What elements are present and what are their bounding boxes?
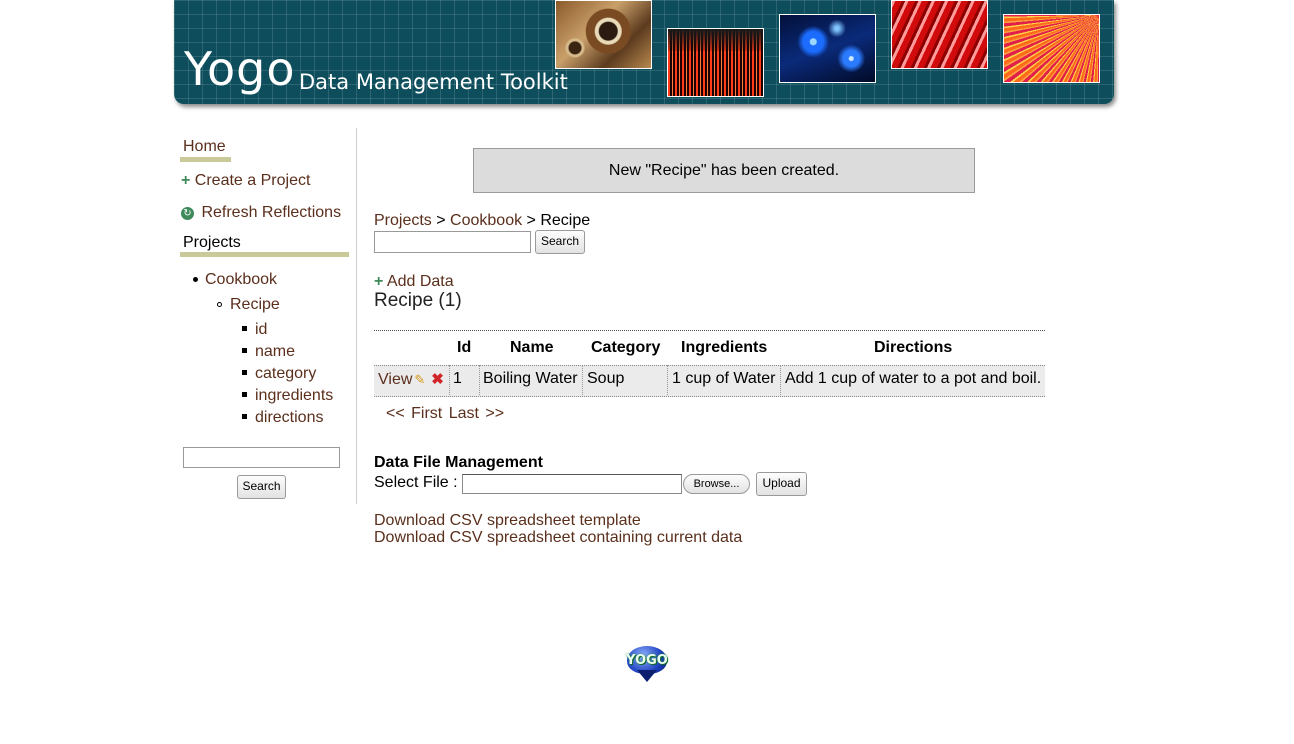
fiber-optics-image <box>1003 14 1100 83</box>
plus-icon: + <box>374 273 384 290</box>
upload-button[interactable]: Upload <box>756 472 807 496</box>
column-divider <box>780 365 781 395</box>
column-divider <box>667 365 668 395</box>
gem-tip <box>637 670 657 682</box>
column-header-directions[interactable]: Directions <box>874 339 952 357</box>
footer-logo-text: YOGO <box>626 653 668 668</box>
tree-item-cookbook[interactable]: Cookbook <box>205 271 277 289</box>
projects-underline <box>180 252 349 257</box>
search-button[interactable]: Search <box>535 230 585 254</box>
add-data-label[interactable]: Add Data <box>387 273 454 290</box>
refresh-reflections-label[interactable]: Refresh Reflections <box>201 204 341 221</box>
view-link[interactable]: View <box>378 371 412 388</box>
breadcrumb-current: Recipe <box>540 212 591 229</box>
column-divider <box>449 365 450 395</box>
column-header-id[interactable]: Id <box>457 339 471 357</box>
red-fibers-image <box>891 0 988 69</box>
file-management-title: Data File Management <box>374 454 543 471</box>
tree-bullet <box>242 348 247 353</box>
tree-bullet <box>242 414 247 419</box>
sidebar: Home + Create a Project ↻ Refresh Reflec… <box>174 128 357 504</box>
tree-item-field-name[interactable]: name <box>255 343 295 361</box>
tree-bullet <box>242 370 247 375</box>
footer-logo[interactable]: YOGO <box>619 646 675 682</box>
column-header-ingredients[interactable]: Ingredients <box>681 339 767 357</box>
pencil-icon[interactable]: ✎ <box>414 372 425 388</box>
breadcrumb: Projects > Cookbook > Recipe <box>374 212 590 230</box>
breadcrumb-separator: > <box>436 212 446 229</box>
refresh-reflections-link[interactable]: ↻ Refresh Reflections <box>181 204 341 222</box>
tree-item-recipe[interactable]: Recipe <box>230 296 280 314</box>
data-table: Id Name Category Ingredients Directions … <box>374 330 1045 397</box>
flash-notice: New "Recipe" has been created. <box>473 148 975 193</box>
cell-id: 1 <box>453 370 462 387</box>
spectrum-image <box>667 28 764 97</box>
tree-item-field-category[interactable]: category <box>255 365 316 383</box>
delete-icon[interactable]: ✖ <box>431 370 444 388</box>
select-file-label: Select File : <box>374 474 458 491</box>
create-project-label[interactable]: Create a Project <box>195 172 311 189</box>
tree-bullet <box>242 326 247 331</box>
download-template-link[interactable]: Download CSV spreadsheet template <box>374 512 641 530</box>
breadcrumb-cookbook[interactable]: Cookbook <box>450 212 522 229</box>
tree-item-field-ingredients[interactable]: ingredients <box>255 387 333 405</box>
home-underline <box>180 157 231 162</box>
plus-icon: + <box>181 172 191 189</box>
tree-bullet <box>193 277 198 282</box>
first-page-link[interactable]: << First <box>386 405 442 422</box>
logo-title[interactable]: Yogo <box>184 42 295 96</box>
site-header: Yogo Data Management Toolkit <box>174 0 1114 104</box>
last-page-link[interactable]: Last >> <box>449 405 504 422</box>
page-title: Recipe (1) <box>374 290 462 311</box>
column-header-name[interactable]: Name <box>510 339 554 357</box>
logo-subtitle: Data Management Toolkit <box>299 70 568 94</box>
projects-heading: Projects <box>183 234 241 251</box>
column-divider <box>582 365 583 395</box>
column-header-category[interactable]: Category <box>591 339 660 357</box>
breadcrumb-projects[interactable]: Projects <box>374 212 432 229</box>
sidebar-item-home[interactable]: Home <box>183 138 226 156</box>
breadcrumb-separator: > <box>526 212 536 229</box>
cell-directions: Add 1 cup of water to a pot and boil. <box>785 370 1042 387</box>
browse-button[interactable]: Browse... <box>683 474 750 494</box>
pagination: << First Last >> <box>386 405 504 423</box>
butterfly-image <box>555 0 652 69</box>
sidebar-search-button[interactable]: Search <box>237 475 286 499</box>
tree-bullet <box>242 392 247 397</box>
row-actions: View ✎ ✖ <box>378 370 444 389</box>
refresh-icon: ↻ <box>181 207 194 220</box>
create-project-link[interactable]: + Create a Project <box>181 172 310 190</box>
sidebar-search-input[interactable] <box>183 447 340 468</box>
tree-bullet <box>217 302 222 307</box>
cell-name: Boiling Water <box>483 370 578 387</box>
download-current-data-link[interactable]: Download CSV spreadsheet containing curr… <box>374 529 742 547</box>
tree-item-field-directions[interactable]: directions <box>255 409 323 427</box>
cell-category: Soup <box>587 370 625 387</box>
circuit-image <box>779 14 876 83</box>
add-data-link[interactable]: + Add Data <box>374 273 454 291</box>
tree-item-field-id[interactable]: id <box>255 321 267 339</box>
search-input[interactable] <box>374 231 531 253</box>
cell-ingredients: 1 cup of Water <box>672 370 776 387</box>
column-divider <box>479 365 480 395</box>
file-path-input[interactable] <box>462 474 682 494</box>
